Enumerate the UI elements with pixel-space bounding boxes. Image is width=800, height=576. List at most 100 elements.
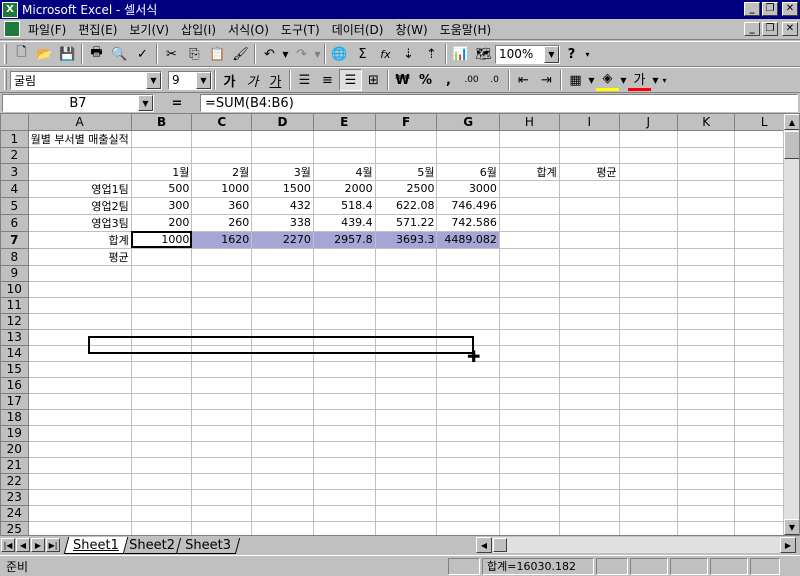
row-header[interactable]: 21 — [1, 457, 29, 474]
horizontal-scrollbar[interactable]: ◀ ▶ — [476, 537, 796, 553]
cell[interactable] — [375, 473, 438, 490]
cell[interactable] — [619, 441, 678, 458]
cell[interactable] — [619, 377, 678, 394]
cell[interactable] — [191, 441, 253, 458]
copy-icon[interactable]: ⎘ — [183, 43, 206, 65]
cell[interactable] — [28, 147, 132, 164]
workbook-restore-button[interactable]: ❐ — [762, 22, 778, 36]
formula-input[interactable]: =SUM(B4:B6) — [200, 94, 798, 112]
menu-edit[interactable]: 편집(E) — [72, 21, 123, 38]
cell[interactable]: 1000 — [191, 180, 253, 198]
cell[interactable] — [191, 473, 253, 490]
cell[interactable] — [28, 361, 132, 378]
cell[interactable] — [559, 361, 620, 378]
cell[interactable] — [131, 409, 193, 426]
row-header[interactable]: 1 — [1, 130, 29, 148]
decrease-indent-icon[interactable]: ⇤ — [512, 69, 535, 91]
row-header[interactable]: 5 — [1, 197, 29, 215]
cell[interactable] — [375, 329, 438, 346]
minimize-button[interactable]: _ — [744, 2, 760, 16]
cell[interactable] — [559, 231, 620, 249]
cell[interactable]: 300 — [131, 197, 193, 215]
select-all-corner[interactable] — [1, 114, 29, 131]
cell[interactable] — [619, 313, 678, 330]
menu-format[interactable]: 서식(O) — [222, 21, 275, 38]
cell[interactable] — [436, 521, 500, 535]
cell[interactable] — [131, 248, 193, 266]
borders-icon[interactable]: ▦ — [564, 69, 587, 91]
cell[interactable] — [499, 377, 560, 394]
cell[interactable] — [677, 377, 736, 394]
cell[interactable] — [131, 457, 193, 474]
cell[interactable] — [619, 489, 678, 506]
function-icon[interactable]: fx — [374, 43, 397, 65]
cell[interactable]: 432 — [251, 197, 314, 215]
toolbar-grip[interactable] — [4, 44, 7, 64]
name-box[interactable]: B7 ▼ — [2, 94, 154, 112]
cell[interactable] — [131, 393, 193, 410]
formula-equals-button[interactable]: = — [154, 96, 200, 111]
scroll-down-icon[interactable]: ▼ — [784, 519, 799, 535]
cell[interactable] — [251, 265, 314, 282]
cell[interactable] — [313, 505, 376, 522]
cell[interactable] — [559, 377, 620, 394]
vertical-scroll-thumb[interactable] — [784, 131, 799, 159]
cell[interactable] — [191, 521, 253, 535]
cell[interactable] — [619, 425, 678, 442]
cell[interactable] — [28, 521, 132, 535]
column-header-j[interactable]: J — [619, 114, 678, 131]
tab-sheet2[interactable]: Sheet2 — [119, 538, 184, 554]
cell[interactable] — [375, 130, 438, 148]
cell[interactable] — [559, 313, 620, 330]
row-header[interactable]: 23 — [1, 489, 29, 506]
undo-icon[interactable]: ↶ — [258, 43, 281, 65]
cell[interactable] — [559, 505, 620, 522]
cell[interactable] — [131, 130, 193, 148]
cell[interactable] — [191, 147, 253, 164]
cell[interactable] — [313, 248, 376, 266]
cell[interactable] — [313, 377, 376, 394]
font-select[interactable]: 굴림 ▼ — [10, 70, 162, 90]
cell[interactable] — [313, 281, 376, 298]
format-painter-icon[interactable]: 🖌 — [229, 43, 252, 65]
cell[interactable]: 평균 — [559, 163, 620, 181]
cell[interactable] — [619, 457, 678, 474]
cell[interactable] — [436, 248, 500, 266]
cell[interactable] — [559, 329, 620, 346]
cell[interactable]: 500 — [131, 180, 193, 198]
font-size-select[interactable]: 9 ▼ — [168, 70, 212, 90]
cell[interactable] — [131, 313, 193, 330]
column-header-d[interactable]: D — [251, 114, 314, 131]
toolbar-options-icon[interactable]: ▾ — [660, 76, 669, 85]
cell[interactable]: 1000 — [131, 231, 193, 249]
cell[interactable]: 영업3팀 — [28, 214, 132, 232]
cell[interactable] — [375, 147, 438, 164]
cell[interactable] — [313, 409, 376, 426]
cell[interactable] — [251, 505, 314, 522]
cell[interactable] — [499, 425, 560, 442]
cell[interactable] — [677, 180, 736, 198]
cell[interactable] — [251, 248, 314, 266]
cell[interactable] — [677, 521, 736, 535]
cell[interactable]: 260 — [191, 214, 253, 232]
row-header[interactable]: 6 — [1, 214, 29, 232]
cell[interactable]: 742.586 — [436, 214, 500, 232]
cell[interactable]: 4489.082 — [436, 231, 500, 249]
cell[interactable] — [313, 457, 376, 474]
align-left-icon[interactable]: ☰ — [293, 69, 316, 91]
column-header-b[interactable]: B — [131, 114, 193, 131]
cell[interactable] — [559, 281, 620, 298]
cell[interactable] — [191, 345, 253, 362]
cell[interactable] — [677, 457, 736, 474]
cell[interactable] — [28, 163, 132, 181]
decrease-decimal-button[interactable]: .0 — [483, 69, 506, 91]
chevron-down-icon[interactable]: ▼ — [138, 95, 153, 111]
cell[interactable] — [375, 457, 438, 474]
cell[interactable]: 3693.3 — [375, 231, 438, 249]
menu-help[interactable]: 도움말(H) — [434, 21, 498, 38]
cell[interactable] — [191, 248, 253, 266]
undo-dropdown-icon[interactable]: ▼ — [281, 50, 290, 59]
cell[interactable] — [313, 329, 376, 346]
chart-wizard-icon[interactable]: 📊 — [449, 43, 472, 65]
cell[interactable] — [251, 313, 314, 330]
